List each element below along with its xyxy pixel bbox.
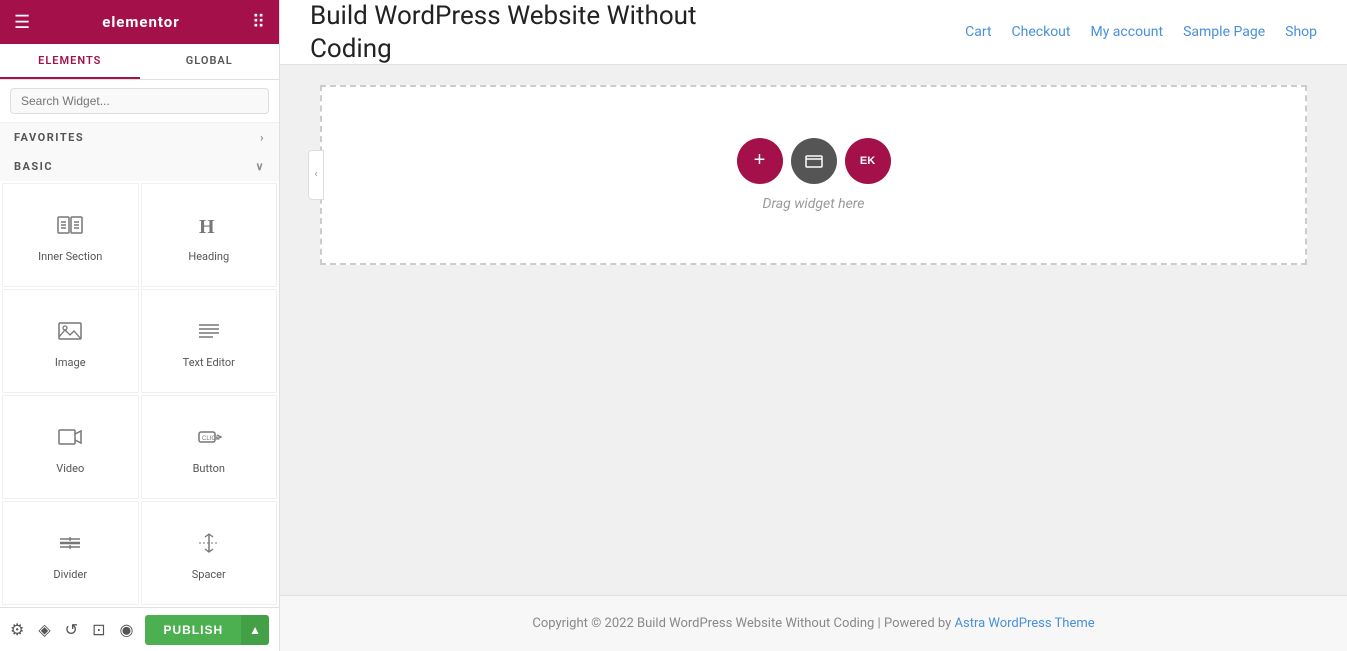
layers-icon[interactable]: ◈ [38, 620, 50, 639]
heading-label: Heading [188, 250, 229, 263]
nav-links: Cart Checkout My account Sample Page Sho… [965, 24, 1317, 40]
search-widget-container [0, 80, 279, 123]
toggle-panel-button[interactable]: ‹ [308, 150, 324, 200]
publish-dropdown-button[interactable]: ▲ [241, 615, 269, 645]
navigator-icon[interactable]: ⊡ [92, 620, 105, 639]
publish-group: PUBLISH ▲ [145, 615, 269, 645]
widget-image[interactable]: Image [2, 289, 139, 393]
drop-zone: + EK Drag widget here ‹ [320, 85, 1307, 265]
add-widget-button[interactable]: + [737, 138, 783, 184]
heading-icon: H [195, 211, 223, 244]
toggle-panel-icon: ‹ [314, 169, 317, 180]
text-editor-icon [195, 317, 223, 350]
tab-global[interactable]: GLOBAL [140, 44, 280, 79]
button-label: Button [193, 462, 225, 475]
footer-link[interactable]: Astra WordPress Theme [955, 616, 1095, 631]
favorites-chevron-icon: › [260, 131, 265, 144]
widget-divider[interactable]: Divider [2, 501, 139, 605]
drop-zone-buttons: + EK [737, 138, 891, 184]
nav-link-myaccount[interactable]: My account [1090, 24, 1163, 40]
site-title-line1: Build WordPress Website Without [310, 0, 697, 34]
inner-section-label: Inner Section [38, 250, 102, 263]
edit-button[interactable]: EK [845, 138, 891, 184]
nav-link-checkout[interactable]: Checkout [1012, 24, 1071, 40]
widget-text-editor[interactable]: Text Editor [141, 289, 278, 393]
history-icon[interactable]: ↺ [65, 620, 78, 639]
spacer-icon [195, 529, 223, 562]
basic-label: BASIC [14, 160, 53, 173]
site-title: Build WordPress Website Without Coding [310, 0, 697, 64]
settings-icon[interactable]: ⚙ [10, 620, 24, 639]
sidebar-bottom-bar: ⚙ ◈ ↺ ⊡ ◉ PUBLISH ▲ [0, 607, 279, 651]
image-icon [56, 317, 84, 350]
nav-link-shop[interactable]: Shop [1285, 24, 1317, 40]
widget-grid: Inner Section H Heading [0, 181, 279, 607]
favorites-section[interactable]: FAVORITES › [0, 123, 279, 152]
image-label: Image [55, 356, 86, 369]
widget-spacer[interactable]: Spacer [141, 501, 278, 605]
basic-chevron-icon: ∨ [255, 160, 265, 173]
grid-icon[interactable]: ⠿ [252, 12, 265, 33]
inner-section-icon [56, 211, 84, 244]
elementor-logo: elementor [102, 13, 180, 31]
canvas: + EK Drag widget here ‹ [280, 65, 1347, 595]
drag-hint-text: Drag widget here [763, 196, 865, 212]
widget-inner-section[interactable]: Inner Section [2, 183, 139, 287]
footer: Copyright © 2022 Build WordPress Website… [280, 595, 1347, 651]
publish-button[interactable]: PUBLISH [145, 615, 241, 645]
sidebar-tabs: ELEMENTS GLOBAL [0, 44, 279, 80]
widget-button[interactable]: CLICK Button [141, 395, 278, 499]
video-label: Video [56, 462, 84, 475]
hamburger-icon[interactable]: ☰ [14, 12, 30, 33]
footer-text: Copyright © 2022 Build WordPress Website… [532, 616, 954, 631]
divider-icon [56, 529, 84, 562]
search-input[interactable] [10, 88, 269, 114]
site-title-line2: Coding [310, 34, 697, 64]
nav-link-cart[interactable]: Cart [965, 24, 991, 40]
widget-heading[interactable]: H Heading [141, 183, 278, 287]
top-navigation: Build WordPress Website Without Coding C… [280, 0, 1347, 65]
tab-elements[interactable]: ELEMENTS [0, 44, 140, 79]
video-icon [56, 423, 84, 456]
spacer-label: Spacer [192, 568, 226, 581]
divider-label: Divider [53, 568, 87, 581]
button-icon: CLICK [195, 423, 223, 456]
widget-video[interactable]: Video [2, 395, 139, 499]
eye-icon[interactable]: ◉ [119, 620, 133, 639]
nav-link-samplepage[interactable]: Sample Page [1183, 24, 1265, 40]
favorites-label: FAVORITES [14, 131, 84, 144]
basic-section[interactable]: BASIC ∨ [0, 152, 279, 181]
svg-text:H: H [199, 216, 215, 238]
folder-button[interactable] [791, 138, 837, 184]
text-editor-label: Text Editor [183, 356, 235, 369]
